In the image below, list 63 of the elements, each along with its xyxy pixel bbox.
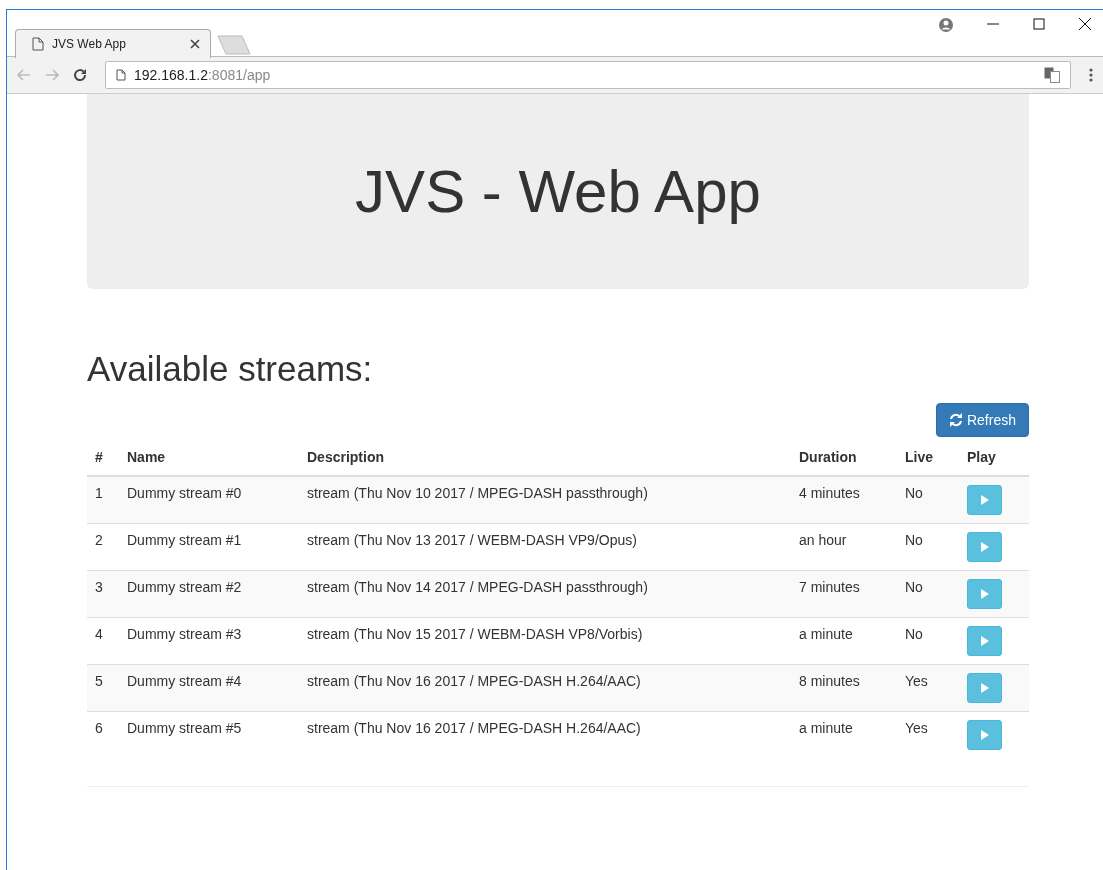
table-cell: an hour [791, 523, 897, 571]
reload-icon[interactable] [73, 68, 87, 82]
page-icon [32, 37, 44, 51]
url-host: 192.168.1.2 [134, 67, 208, 83]
table-cell: 6 [87, 711, 119, 758]
table-cell: 1 [87, 476, 119, 524]
play-button[interactable] [967, 626, 1002, 656]
table-cell: a minute [791, 617, 897, 665]
address-bar[interactable]: 192.168.1.2:8081/app [105, 61, 1071, 89]
tab-title: JVS Web App [52, 37, 127, 51]
page-title: JVS - Web App [355, 157, 761, 226]
new-tab-button[interactable] [217, 35, 253, 55]
close-icon[interactable] [1079, 18, 1091, 30]
table-cell: 5 [87, 664, 119, 712]
table-cell: No [897, 476, 959, 524]
table-cell: 4 minutes [791, 476, 897, 524]
table-cell: Dummy stream #4 [119, 664, 299, 712]
url-path: :8081/app [207, 67, 271, 83]
table-cell: stream (Thu Nov 16 2017 / MPEG-DASH H.264/AAC) [299, 711, 791, 758]
table-cell: Dummy stream #5 [119, 711, 299, 758]
section-heading: Available streams: [87, 348, 374, 390]
table-cell: 2 [87, 523, 119, 571]
translate-icon[interactable] [1044, 67, 1060, 83]
maximize-icon[interactable] [1033, 18, 1045, 30]
profile-icon[interactable] [939, 18, 953, 32]
play-icon [980, 495, 989, 505]
table-cell: Yes [897, 664, 959, 712]
play-button[interactable] [967, 579, 1002, 609]
refresh-button[interactable]: Refresh [935, 403, 1029, 437]
play-button[interactable] [967, 720, 1002, 750]
forward-icon[interactable] [45, 69, 59, 81]
table-cell: 3 [87, 570, 119, 618]
table-cell: stream (Thu Nov 15 2017 / WEBM-DASH VP8/Vorbis) [299, 617, 791, 665]
close-tab-icon[interactable] [190, 39, 200, 49]
table-cell: 8 minutes [791, 664, 897, 712]
table-cell: stream (Thu Nov 14 2017 / MPEG-DASH passthrough) [299, 570, 791, 618]
play-button[interactable] [967, 485, 1002, 515]
table-cell: Yes [897, 711, 959, 758]
table-cell: 4 [87, 617, 119, 665]
play-icon [980, 683, 989, 693]
table-cell: No [897, 523, 959, 571]
play-icon [980, 730, 989, 740]
table-cell: No [897, 617, 959, 665]
table-cell: 7 minutes [791, 570, 897, 618]
table-cell: Dummy stream #0 [119, 476, 299, 524]
table-cell: stream (Thu Nov 13 2017 / WEBM-DASH VP9/Opus) [299, 523, 791, 571]
browser-tab[interactable]: JVS Web App [15, 29, 211, 58]
table-cell: No [897, 570, 959, 618]
refresh-icon [948, 413, 963, 427]
table-cell: stream (Thu Nov 10 2017 / MPEG-DASH passthrough) [299, 476, 791, 524]
play-button[interactable] [967, 532, 1002, 562]
table-cell: Dummy stream #3 [119, 617, 299, 665]
table-cell: a minute [791, 711, 897, 758]
table-cell: stream (Thu Nov 16 2017 / MPEG-DASH H.264/AAC) [299, 664, 791, 712]
play-icon [980, 589, 989, 599]
back-icon[interactable] [17, 69, 31, 81]
table-cell: Dummy stream #2 [119, 570, 299, 618]
page-icon [116, 69, 126, 81]
play-button[interactable] [967, 673, 1002, 703]
play-icon [980, 542, 989, 552]
play-icon [980, 636, 989, 646]
menu-icon[interactable] [1089, 68, 1093, 82]
table-cell: Dummy stream #1 [119, 523, 299, 571]
